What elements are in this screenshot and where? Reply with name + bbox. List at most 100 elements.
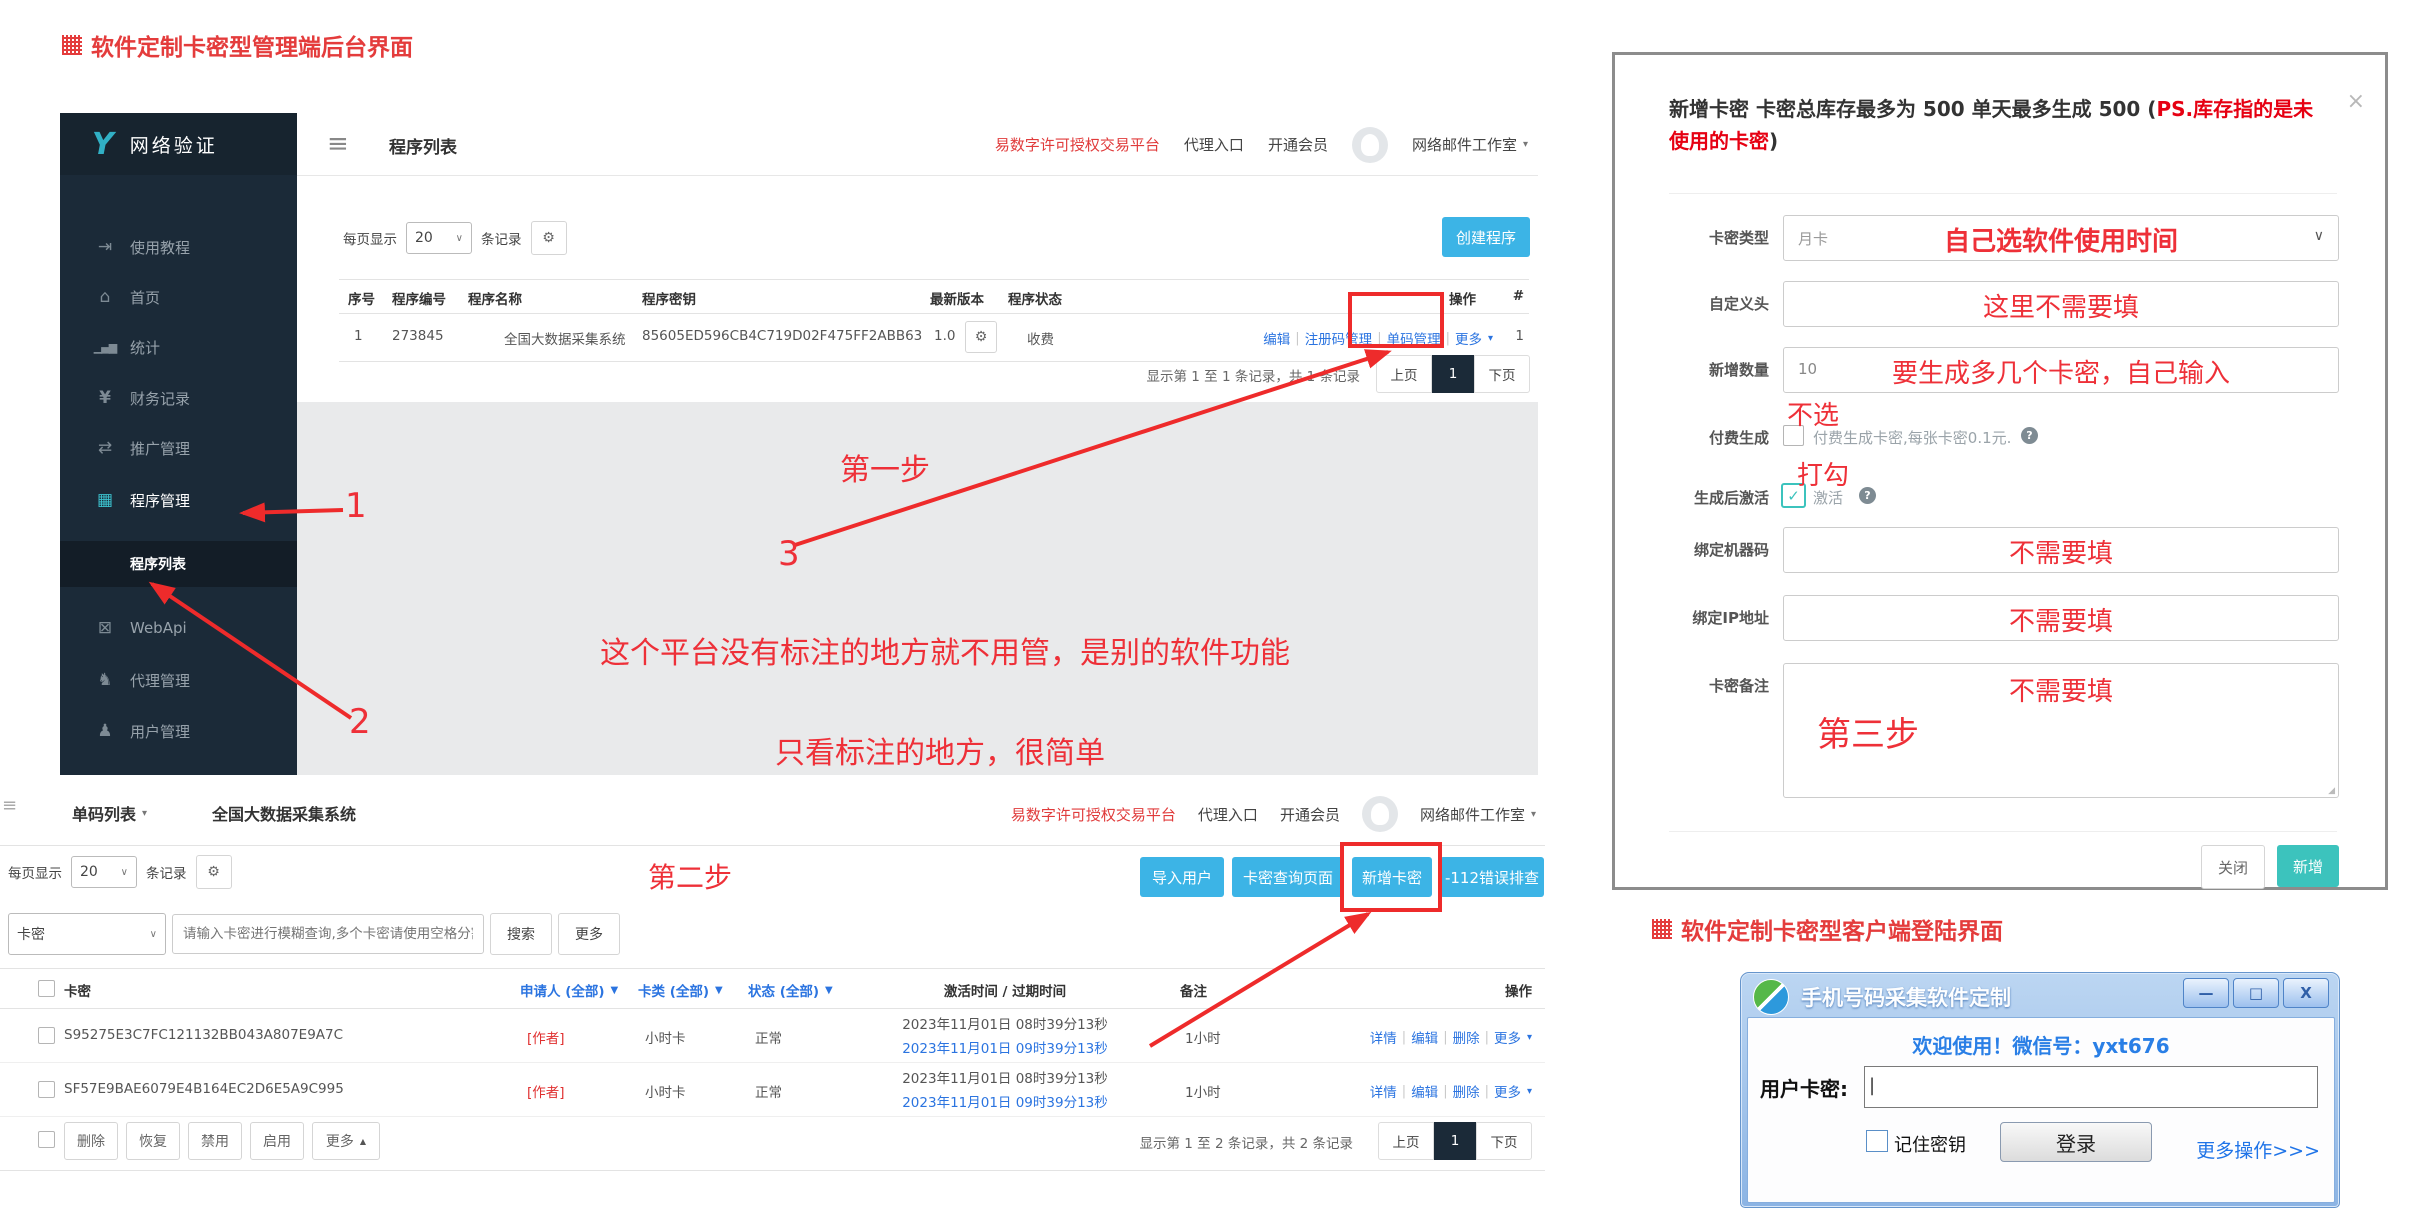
col-applicant-filter[interactable]: 申请人 (全部) ▼: [520, 980, 618, 1000]
search-field-select[interactable]: 卡密 ∨: [8, 913, 166, 955]
search-input[interactable]: [172, 914, 484, 954]
edit-link[interactable]: 编辑: [1411, 1081, 1438, 1101]
agent-entry-link[interactable]: 代理入口: [1184, 134, 1244, 155]
perpage-value: 20: [80, 864, 98, 880]
prev-page-button[interactable]: 上页: [1376, 355, 1432, 393]
columns-gear-button[interactable]: ⚙: [196, 855, 232, 889]
window-title: 手机号码采集软件定制: [1801, 982, 2011, 1012]
batch-enable-button[interactable]: 启用: [250, 1122, 304, 1160]
user-menu[interactable]: 网络邮件工作室 ▾: [1420, 804, 1536, 825]
more-link[interactable]: 更多: [1494, 1081, 1521, 1101]
maximize-button[interactable]: □: [2233, 978, 2279, 1008]
sidebar-item-promotion[interactable]: ⇄ 推广管理: [60, 427, 297, 469]
perpage-select[interactable]: 20 ∨: [406, 222, 472, 254]
remember-checkbox[interactable]: [1866, 1130, 1888, 1152]
prev-page-button[interactable]: 上页: [1378, 1122, 1434, 1160]
batch-more-button[interactable]: 更多 ▲: [312, 1122, 380, 1160]
hamburger-icon[interactable]: ≡: [2, 795, 17, 816]
sidebar-item-program-list[interactable]: 程序列表: [60, 541, 297, 587]
batch-checkbox[interactable]: [38, 1131, 55, 1148]
key-query-button[interactable]: 卡密查询页面: [1232, 857, 1344, 897]
delete-link[interactable]: 删除: [1453, 1027, 1480, 1047]
ip-input[interactable]: [1783, 595, 2339, 641]
user-menu[interactable]: 网络邮件工作室 ▾: [1412, 134, 1528, 155]
yen-icon: ¥: [92, 388, 118, 408]
avatar[interactable]: [1362, 796, 1398, 832]
sidebar-item-label: 程序管理: [130, 490, 190, 511]
sidebar-item-tutorial[interactable]: ⇥ 使用教程: [60, 226, 297, 268]
platform-link[interactable]: 易数字许可授权交易平台: [1011, 804, 1176, 825]
cell-activate-time: 2023年11月01日 08时39分13秒: [890, 1067, 1120, 1087]
sidebar-item-user[interactable]: ♟ 用户管理: [60, 710, 297, 752]
delete-link[interactable]: 删除: [1453, 1081, 1480, 1101]
perpage-select[interactable]: 20 ∨: [71, 856, 137, 888]
type-select[interactable]: 月卡 ∨: [1783, 215, 2339, 261]
modal-add-button[interactable]: 新增: [2277, 845, 2339, 887]
import-users-button[interactable]: 导入用户: [1140, 857, 1224, 897]
help-icon[interactable]: ?: [2021, 427, 2038, 444]
search-button[interactable]: 搜索: [490, 913, 552, 955]
page-1-button[interactable]: 1: [1432, 355, 1474, 393]
single-code-link[interactable]: 单码管理: [1387, 328, 1441, 348]
detail-link[interactable]: 详情: [1370, 1081, 1397, 1101]
sidebar-item-home[interactable]: ⌂ 首页: [60, 276, 297, 318]
select-all-checkbox[interactable]: [38, 980, 55, 997]
agent-entry-link[interactable]: 代理入口: [1198, 804, 1258, 825]
add-key-button[interactable]: 新增卡密: [1352, 857, 1432, 897]
chevron-down-icon: ∨: [121, 867, 128, 878]
more-actions-link[interactable]: 更多操作>>>: [2196, 1136, 2320, 1163]
batch-delete-button[interactable]: 删除: [64, 1122, 118, 1160]
vip-link[interactable]: 开通会员: [1280, 804, 1340, 825]
more-link[interactable]: 更多: [1455, 328, 1482, 348]
code-list-menu[interactable]: 单码列表 ▾: [72, 801, 147, 825]
sidebar-item-agent[interactable]: ♞ 代理管理: [60, 659, 297, 701]
search-more-button[interactable]: 更多: [558, 913, 620, 955]
help-icon[interactable]: ?: [1859, 487, 1876, 504]
edit-link[interactable]: 编辑: [1411, 1027, 1438, 1047]
minimize-button[interactable]: —: [2183, 978, 2229, 1008]
chevron-down-icon: ▾: [1527, 1086, 1532, 1097]
topbar: ≡ 程序列表 易数字许可授权交易平台 代理入口 开通会员 网络邮件工作室 ▾: [297, 113, 1538, 176]
next-page-button[interactable]: 下页: [1476, 1122, 1532, 1160]
qty-input[interactable]: 10: [1783, 347, 2339, 393]
col-status-filter[interactable]: 状态 (全部) ▼: [748, 980, 833, 1000]
batch-restore-button[interactable]: 恢复: [126, 1122, 180, 1160]
sidebar-item-stats[interactable]: ▁▄▆ 统计: [60, 326, 297, 368]
columns-gear-button[interactable]: ⚙: [531, 221, 567, 255]
cell-hash: 1: [1515, 328, 1524, 344]
client-login-window: 手机号码采集软件定制 — □ X 欢迎使用！微信号：yxt676 用户卡密: |…: [1740, 972, 2340, 1208]
activate-label: 生成后激活: [1633, 487, 1769, 508]
batch-disable-button[interactable]: 禁用: [188, 1122, 242, 1160]
key-input[interactable]: |: [1864, 1066, 2318, 1108]
edit-link[interactable]: 编辑: [1263, 328, 1290, 348]
detail-link[interactable]: 详情: [1370, 1027, 1397, 1047]
modal-close-button[interactable]: 关闭: [2201, 845, 2265, 889]
error-check-button[interactable]: -112错误排查: [1440, 857, 1544, 897]
sidebar-item-program[interactable]: ▦ 程序管理: [60, 479, 297, 521]
vip-link[interactable]: 开通会员: [1268, 134, 1328, 155]
sidebar-item-finance[interactable]: ¥ 财务记录: [60, 377, 297, 419]
login-button[interactable]: 登录: [2000, 1122, 2152, 1162]
head-input[interactable]: [1783, 281, 2339, 327]
close-button[interactable]: X: [2283, 978, 2329, 1008]
row-gear-button[interactable]: ⚙: [965, 321, 997, 353]
platform-link[interactable]: 易数字许可授权交易平台: [995, 134, 1160, 155]
sidebar-item-webapi[interactable]: ⊠ WebApi: [60, 607, 297, 649]
next-page-button[interactable]: 下页: [1474, 355, 1530, 393]
machine-input[interactable]: [1783, 527, 2339, 573]
col-type-filter[interactable]: 卡类 (全部) ▼: [638, 980, 723, 1000]
create-program-button[interactable]: 创建程序: [1442, 217, 1530, 257]
cell-expire-time[interactable]: 2023年11月01日 09时39分13秒: [890, 1091, 1120, 1111]
resize-handle[interactable]: ◢: [2328, 786, 2335, 796]
row-checkbox[interactable]: [38, 1027, 55, 1044]
table-row: SF57E9BAE6079E4B164EC2D6E5A9C995 [作者] 小时…: [0, 1062, 1545, 1116]
hamburger-icon[interactable]: ≡: [327, 129, 349, 159]
more-link[interactable]: 更多: [1494, 1027, 1521, 1047]
close-icon[interactable]: ×: [2347, 89, 2365, 114]
cell-expire-time[interactable]: 2023年11月01日 09时39分13秒: [890, 1037, 1120, 1057]
row-checkbox[interactable]: [38, 1081, 55, 1098]
avatar[interactable]: [1352, 127, 1388, 163]
gear-icon: ⚙: [975, 329, 988, 345]
regcode-link[interactable]: 注册码管理: [1305, 328, 1373, 348]
page-1-button[interactable]: 1: [1434, 1122, 1476, 1160]
